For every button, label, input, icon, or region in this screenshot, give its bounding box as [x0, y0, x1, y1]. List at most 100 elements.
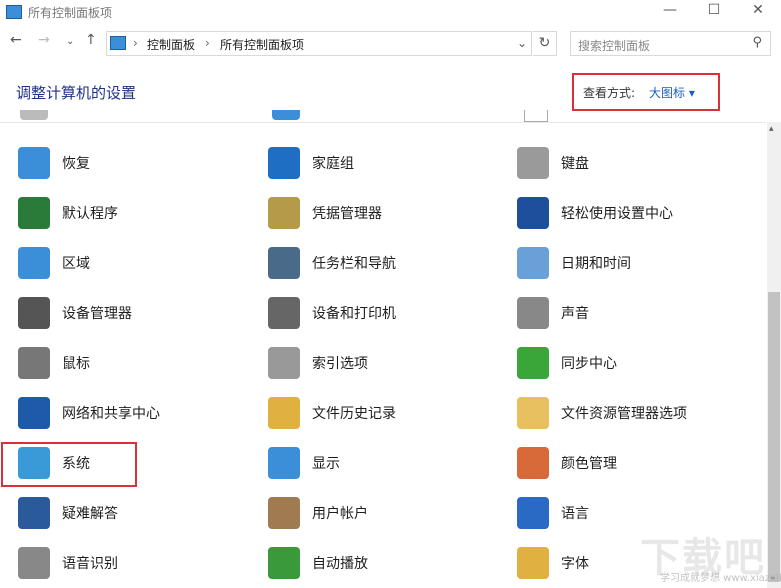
item-icon: [517, 447, 549, 479]
control-panel-item[interactable]: 设备和打印机: [268, 293, 396, 333]
control-panel-item[interactable]: 声音: [517, 293, 589, 333]
item-label: 键盘: [561, 156, 589, 172]
control-panel-item[interactable]: 家庭组: [268, 143, 354, 183]
maximize-button[interactable]: ☐: [692, 2, 736, 24]
up-button[interactable]: ↑: [85, 32, 97, 56]
item-label: 默认程序: [62, 206, 118, 222]
item-icon: [18, 197, 50, 229]
minimize-button[interactable]: —: [648, 2, 692, 24]
item-label: 区域: [62, 256, 90, 272]
control-panel-item[interactable]: 语音识别: [18, 543, 118, 583]
search-placeholder: 搜索控制面板: [578, 39, 651, 53]
item-label: 家庭组: [312, 156, 354, 172]
item-label: 恢复: [62, 156, 90, 172]
item-icon: [517, 547, 549, 579]
view-by-dropdown[interactable]: 大图标 ▾: [649, 84, 695, 101]
item-label: 日期和时间: [561, 256, 631, 272]
control-panel-item[interactable]: 轻松使用设置中心: [517, 193, 673, 233]
control-panel-item[interactable]: 语言: [517, 493, 589, 533]
control-panel-item[interactable]: 日期和时间: [517, 243, 631, 283]
item-label: 颜色管理: [561, 456, 617, 472]
control-panel-item[interactable]: 键盘: [517, 143, 589, 183]
item-label: 语言: [561, 506, 589, 522]
item-label: 文件历史记录: [312, 406, 396, 422]
watermark-slogan: 学习成就梦想 www.xiazaiba.com: [660, 573, 781, 584]
item-icon: [517, 347, 549, 379]
title-bar: 所有控制面板项 — ☐ ✕: [0, 0, 781, 28]
item-label: 鼠标: [62, 356, 90, 372]
item-icon: [268, 297, 300, 329]
item-label: 自动播放: [312, 556, 368, 572]
item-icon: [18, 247, 50, 279]
control-panel-item[interactable]: 颜色管理: [517, 443, 617, 483]
item-icon: [268, 397, 300, 429]
control-panel-item[interactable]: 恢复: [18, 143, 90, 183]
control-panel-item[interactable]: 默认程序: [18, 193, 118, 233]
item-icon: [268, 497, 300, 529]
control-panel-item[interactable]: 同步中心: [517, 343, 617, 383]
item-icon: [268, 447, 300, 479]
search-icon[interactable]: ⚲: [752, 35, 762, 50]
item-label: 任务栏和导航: [312, 256, 396, 272]
scroll-up-arrow[interactable]: ▴: [769, 124, 774, 134]
item-label: 索引选项: [312, 356, 368, 372]
item-icon: [268, 197, 300, 229]
item-label: 设备管理器: [62, 306, 132, 322]
control-panel-item[interactable]: 索引选项: [268, 343, 368, 383]
item-label: 设备和打印机: [312, 306, 396, 322]
scrollbar[interactable]: ▴ ⌄: [767, 122, 781, 588]
address-dropdown-button[interactable]: ⌄: [517, 36, 527, 50]
breadcrumb-separator: ›: [133, 36, 138, 50]
item-label: 凭据管理器: [312, 206, 382, 222]
search-input[interactable]: 搜索控制面板 ⚲: [570, 31, 771, 56]
breadcrumb-separator: ›: [205, 36, 210, 50]
back-button[interactable]: ←: [10, 32, 22, 56]
close-button[interactable]: ✕: [736, 2, 780, 24]
control-panel-item[interactable]: 文件资源管理器选项: [517, 393, 687, 433]
item-label: 疑难解答: [62, 506, 118, 522]
control-panel-item[interactable]: 用户帐户: [268, 493, 368, 533]
partial-item-icon: [20, 110, 48, 120]
item-icon: [517, 497, 549, 529]
item-icon: [18, 547, 50, 579]
item-label: 用户帐户: [312, 506, 368, 522]
view-by-highlight: 查看方式: 大图标 ▾: [572, 73, 720, 111]
control-panel-item[interactable]: 凭据管理器: [268, 193, 382, 233]
breadcrumb-control-panel[interactable]: 控制面板: [147, 36, 195, 53]
watermark: 下载吧 学习成就梦想 www.xiazaiba.com: [640, 525, 781, 584]
address-bar[interactable]: › 控制面板 › 所有控制面板项 ⌄: [106, 31, 532, 56]
item-icon: [18, 147, 50, 179]
item-label: 显示: [312, 456, 340, 472]
item-icon: [268, 147, 300, 179]
control-panel-item[interactable]: 区域: [18, 243, 90, 283]
control-panel-item[interactable]: 任务栏和导航: [268, 243, 396, 283]
control-panel-item[interactable]: 字体: [517, 543, 589, 583]
control-panel-icon: [110, 36, 126, 50]
control-panel-item[interactable]: 显示: [268, 443, 340, 483]
refresh-button[interactable]: ↻: [533, 31, 557, 56]
item-label: 轻松使用设置中心: [561, 206, 673, 222]
control-panel-item[interactable]: 鼠标: [18, 343, 90, 383]
item-icon: [18, 497, 50, 529]
item-label: 文件资源管理器选项: [561, 406, 687, 422]
item-label: 同步中心: [561, 356, 617, 372]
item-icon: [517, 297, 549, 329]
item-label: 声音: [561, 306, 589, 322]
forward-button[interactable]: →: [38, 32, 50, 56]
item-icon: [18, 347, 50, 379]
recent-locations-button[interactable]: ⌄: [66, 36, 74, 60]
control-panel-item[interactable]: 疑难解答: [18, 493, 118, 533]
scrollbar-thumb[interactable]: [768, 292, 780, 582]
view-by-label: 查看方式:: [583, 86, 636, 100]
system-highlight: [1, 442, 137, 487]
partial-item-icon: [524, 110, 548, 122]
partial-item-icon: [272, 110, 300, 120]
control-panel-item[interactable]: 文件历史记录: [268, 393, 396, 433]
control-panel-item[interactable]: 自动播放: [268, 543, 368, 583]
item-icon: [268, 247, 300, 279]
item-label: 语音识别: [62, 556, 118, 572]
control-panel-item[interactable]: 设备管理器: [18, 293, 132, 333]
breadcrumb-all-items[interactable]: 所有控制面板项: [220, 36, 304, 53]
item-icon: [517, 247, 549, 279]
control-panel-item[interactable]: 网络和共享中心: [18, 393, 160, 433]
